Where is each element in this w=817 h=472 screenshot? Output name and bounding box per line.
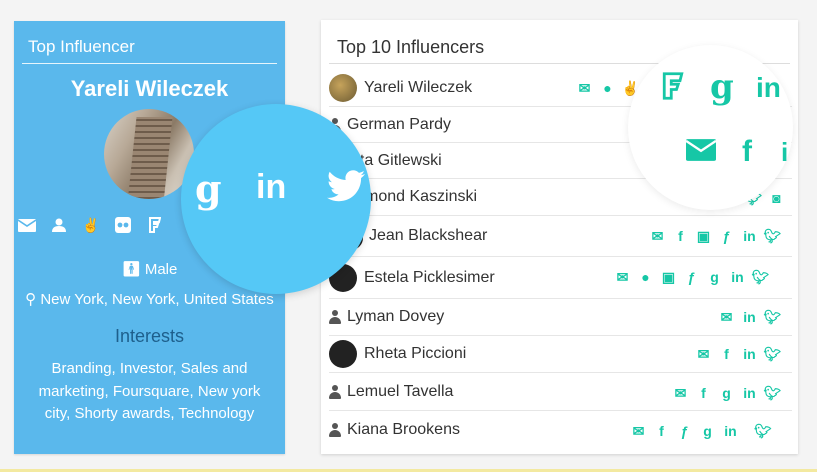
card-title: Top 10 Influencers: [337, 37, 485, 57]
avatar[interactable]: [329, 74, 357, 102]
linkedin-icon[interactable]: in: [256, 168, 286, 207]
divider: [22, 63, 277, 64]
facebook-icon[interactable]: f: [669, 228, 692, 244]
influencer-name[interactable]: Lyman Dovey: [347, 308, 444, 326]
linkedin-icon[interactable]: in: [719, 423, 742, 439]
foursquare-icon[interactable]: [142, 217, 168, 233]
facebook-icon[interactable]: f: [742, 135, 752, 169]
email-icon[interactable]: ✉: [627, 423, 650, 439]
email-icon[interactable]: ✉: [669, 385, 692, 401]
table-row[interactable]: Estela Picklesimer ✉ ● ▣ ƒ g in 🐦︎: [329, 257, 792, 299]
table-row[interactable]: Lyman Dovey ✉ in 🐦︎: [329, 299, 792, 336]
linkedin-icon[interactable]: in: [738, 346, 761, 362]
google-icon[interactable]: g: [696, 423, 719, 439]
facebook-icon[interactable]: f: [715, 346, 738, 362]
table-row[interactable]: Kiana Brookens ✉ f ƒ g in 🐦︎: [329, 411, 792, 448]
email-icon[interactable]: [14, 217, 40, 233]
facebook-icon[interactable]: f: [650, 423, 673, 439]
influencer-name[interactable]: Rheta Piccioni: [364, 345, 466, 363]
profile-icon[interactable]: [46, 217, 72, 233]
twitter-icon[interactable]: 🐦︎: [761, 309, 784, 325]
twitter-icon[interactable]: 🐦︎: [761, 346, 784, 362]
twitter-icon[interactable]: 🐦︎: [761, 228, 784, 244]
foursquare-icon[interactable]: ƒ: [673, 423, 696, 439]
email-icon[interactable]: ✉: [611, 269, 634, 285]
email-icon[interactable]: [686, 139, 716, 161]
person-icon: [329, 310, 341, 324]
person-icon: [329, 384, 341, 399]
flickr-icon[interactable]: [110, 217, 136, 233]
foursquare-icon[interactable]: ƒ: [715, 228, 738, 244]
email-icon[interactable]: ✉: [692, 346, 715, 362]
foursquare-icon[interactable]: ƒ: [680, 269, 703, 285]
influencer-name[interactable]: Lemuel Tavella: [347, 383, 453, 401]
foursquare-icon[interactable]: [662, 72, 684, 100]
twitter-icon[interactable]: 🐦︎: [761, 385, 784, 401]
email-icon[interactable]: ✉: [573, 80, 596, 96]
twitter-icon[interactable]: [327, 170, 365, 202]
avatar[interactable]: [104, 109, 194, 199]
location: ⚲ New York, New York, United States: [25, 291, 274, 308]
zoom-bubble: g in: [181, 104, 371, 294]
table-row[interactable]: Jean Blackshear ✉ f ▣ ƒ in 🐦︎: [329, 216, 792, 257]
social-icons: ✌: [14, 217, 168, 233]
google-icon[interactable]: g: [703, 269, 726, 285]
instagram-icon[interactable]: ◙: [765, 190, 788, 206]
linkedin-icon[interactable]: in: [738, 309, 761, 325]
linkedin-icon[interactable]: in: [738, 228, 761, 244]
influencer-name[interactable]: mond Kaszinski: [365, 188, 477, 206]
google-icon[interactable]: g: [710, 67, 734, 107]
person-icon: [329, 422, 341, 437]
linkedin-icon[interactable]: in: [726, 269, 749, 285]
influencer-name[interactable]: Yareli Wileczek: [14, 76, 285, 102]
avatar[interactable]: [329, 340, 357, 368]
angellist-icon[interactable]: ✌: [78, 217, 104, 233]
table-row[interactable]: Rheta Piccioni ✉ f in 🐦︎: [329, 336, 792, 373]
email-icon[interactable]: ✉: [646, 228, 669, 244]
google-icon[interactable]: g: [715, 385, 738, 401]
profile-icon[interactable]: ●: [596, 80, 619, 96]
linkedin-icon[interactable]: in: [756, 72, 781, 104]
influencer-name[interactable]: Jean Blackshear: [369, 227, 487, 245]
influencer-name[interactable]: Yareli Wileczek: [364, 79, 472, 97]
twitter-icon[interactable]: 🐦︎: [742, 423, 784, 439]
influencer-name[interactable]: German Pardy: [347, 116, 451, 134]
flickr-icon[interactable]: ▣: [657, 269, 680, 285]
influencer-name[interactable]: Kiana Brookens: [347, 421, 460, 439]
table-row[interactable]: Lemuel Tavella ✉ f g in 🐦︎: [329, 373, 792, 411]
google-icon[interactable]: g: [195, 166, 222, 211]
flickr-icon[interactable]: ▣: [692, 228, 715, 244]
interests-title: Interests: [114, 326, 185, 346]
facebook-icon[interactable]: f: [692, 385, 715, 401]
profile-icon[interactable]: ●: [634, 269, 657, 285]
twitter-icon[interactable]: 🐦︎: [749, 269, 772, 285]
male-icon: 🚹︎: [121, 261, 141, 278]
interests-text: Branding, Investor, Sales and marketing,…: [38, 360, 261, 422]
influencer-name[interactable]: Estela Picklesimer: [364, 269, 495, 287]
email-icon[interactable]: ✉: [715, 309, 738, 325]
card-title: Top Influencer: [28, 37, 135, 56]
map-marker-icon: ⚲: [25, 291, 37, 308]
partial-icon: i: [781, 137, 789, 167]
linkedin-icon[interactable]: in: [738, 385, 761, 401]
zoom-bubble: g in f i: [628, 45, 793, 210]
